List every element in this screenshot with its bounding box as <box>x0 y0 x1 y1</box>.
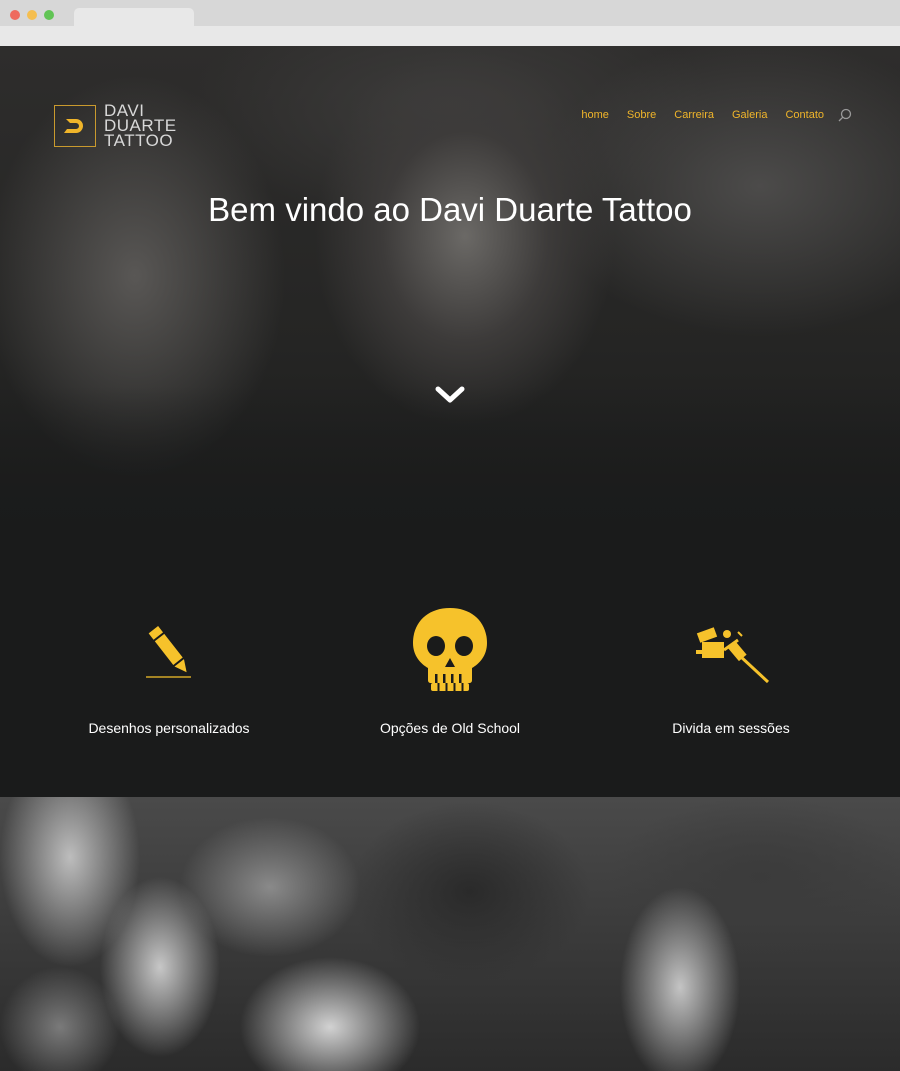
hero-fade <box>0 386 900 546</box>
nav-item-sobre[interactable]: Sobre <box>627 109 656 121</box>
skull-icon <box>411 606 489 699</box>
feature-label-sessions: Divida em sessões <box>672 720 790 736</box>
logo-text: DAVI DUARTE TATTOO <box>104 102 177 150</box>
nav-item-carreira[interactable]: Carreira <box>674 109 714 121</box>
logo-mark-icon <box>54 104 96 147</box>
hero-section: DAVI DUARTE TATTOO home Sobre Carreira G… <box>0 46 900 546</box>
browser-chrome <box>0 0 900 46</box>
main-nav: home Sobre Carreira Galeria Contato <box>563 108 852 122</box>
hero-title: Bem vindo ao Davi Duarte Tattoo <box>208 191 692 228</box>
maximize-window-button[interactable] <box>44 10 54 20</box>
feature-custom-designs: Desenhos personalizados <box>19 546 319 797</box>
browser-toolbar <box>0 26 900 46</box>
feature-old-school: Opções de Old School <box>300 546 600 797</box>
minimize-window-button[interactable] <box>27 10 37 20</box>
crowd-photo-section <box>0 797 900 1071</box>
close-window-button[interactable] <box>10 10 20 20</box>
feature-label-old-school: Opções de Old School <box>379 720 521 736</box>
search-icon[interactable] <box>838 108 852 122</box>
logo-line-3: TATTOO <box>104 131 174 150</box>
nav-item-home[interactable]: home <box>581 109 609 121</box>
features-section: Desenhos personalizados Opções de Old Sc… <box>0 546 900 797</box>
tattoo-machine-icon <box>694 622 770 689</box>
feature-label-custom-designs: Desenhos personalizados <box>88 720 250 736</box>
browser-tab[interactable] <box>74 8 194 26</box>
nav-item-contato[interactable]: Contato <box>785 109 824 121</box>
pencil-icon <box>145 622 195 685</box>
site-logo[interactable]: DAVI DUARTE TATTOO <box>54 102 177 150</box>
nav-item-galeria[interactable]: Galeria <box>732 109 767 121</box>
scroll-down-chevron-icon[interactable] <box>433 384 467 408</box>
feature-sessions: Divida em sessões <box>581 546 881 797</box>
